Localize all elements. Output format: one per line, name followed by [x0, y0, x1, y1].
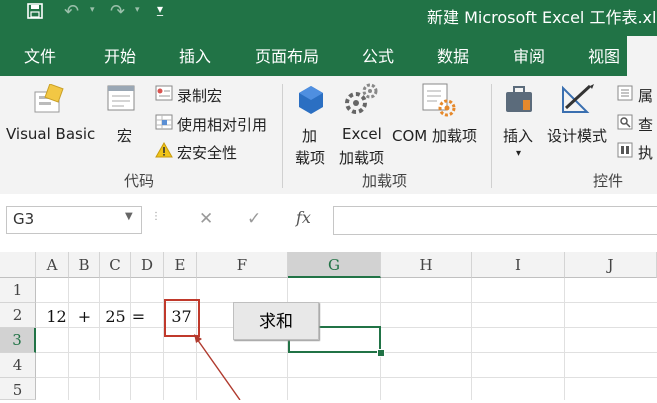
- arrow-icon: [194, 334, 241, 400]
- design-mode-icon: [560, 82, 598, 122]
- column-header-b[interactable]: B: [69, 252, 100, 278]
- ribbon-tabs: 文件 开始 插入 页面布局 公式 数据 审阅 视图: [0, 30, 657, 76]
- cancel-icon[interactable]: ✕: [199, 209, 213, 229]
- tab-data[interactable]: 数据: [437, 43, 469, 67]
- column-header-h[interactable]: H: [381, 252, 472, 278]
- addins-button[interactable]: 加: [302, 125, 317, 146]
- column-header-f[interactable]: F: [197, 252, 288, 278]
- row-header-5[interactable]: 5: [0, 378, 36, 400]
- excel-addins-button[interactable]: Excel: [342, 125, 382, 143]
- undo-dropdown-icon[interactable]: ▾: [90, 5, 95, 15]
- row-header-2[interactable]: 2: [0, 303, 36, 328]
- gridline: [163, 278, 164, 400]
- customize-icon[interactable]: ▾̲: [157, 2, 163, 16]
- column-header-i[interactable]: I: [472, 252, 565, 278]
- design-mode-button[interactable]: 设计模式: [547, 125, 607, 146]
- save-icon[interactable]: [27, 3, 43, 23]
- formula-bar: G3 ▼ ⋮ ✕ ✓ fx: [0, 194, 657, 248]
- tab-page-layout[interactable]: 页面布局: [255, 43, 319, 67]
- window-title: 新建 Microsoft Excel 工作表.xls: [427, 8, 657, 27]
- macro-security-button[interactable]: 宏安全性: [177, 142, 237, 163]
- formula-input[interactable]: [333, 206, 657, 235]
- tab-file[interactable]: 文件: [24, 43, 56, 67]
- undo-icon[interactable]: ↶: [64, 1, 79, 22]
- column-header-d[interactable]: D: [131, 252, 164, 278]
- run-dialog-icon: [617, 142, 633, 162]
- com-addins-button[interactable]: COM 加载项: [392, 125, 477, 146]
- addins-icon: [297, 84, 325, 122]
- visual-basic-button[interactable]: Visual Basic: [6, 125, 95, 143]
- com-addins-icon: [421, 82, 457, 122]
- column-header-e[interactable]: E: [164, 252, 197, 278]
- gridline: [130, 278, 131, 400]
- warning-icon: [155, 141, 173, 162]
- record-macro-button[interactable]: 录制宏: [177, 85, 222, 106]
- record-macro-icon: [155, 85, 173, 105]
- tab-developer[interactable]: [627, 36, 657, 76]
- title-bar: ↶ ▾ ↷ ▾ ▾̲ 新建 Microsoft Excel 工作表.xls: [0, 0, 657, 30]
- view-code-icon: [617, 114, 633, 134]
- insert-controls-button[interactable]: 插入: [503, 125, 533, 146]
- redo-dropdown-icon[interactable]: ▾: [135, 5, 140, 15]
- macro-icon: [106, 84, 138, 122]
- gridline: [471, 278, 472, 400]
- ribbon: Visual Basic 宏 录制宏 使用相对引用 宏安全性 代码 加 载项 E…: [0, 76, 657, 195]
- visual-basic-icon: [33, 83, 67, 122]
- enter-icon[interactable]: ✓: [247, 209, 261, 229]
- gridline: [564, 278, 565, 400]
- tab-view[interactable]: 视图: [588, 43, 620, 67]
- gridline: [99, 278, 100, 400]
- fill-handle[interactable]: [377, 349, 385, 357]
- name-box-value: G3: [13, 210, 35, 228]
- macro-button[interactable]: 宏: [117, 125, 132, 146]
- column-header-g[interactable]: G: [288, 252, 381, 278]
- tab-formulas[interactable]: 公式: [362, 43, 394, 67]
- gridline: [68, 278, 69, 400]
- view-code-button[interactable]: 查: [638, 114, 653, 135]
- column-header-a[interactable]: A: [36, 252, 69, 278]
- relative-reference-button[interactable]: 使用相对引用: [177, 114, 267, 135]
- properties-button[interactable]: 属: [638, 85, 653, 106]
- row-header-1[interactable]: 1: [0, 278, 36, 303]
- resize-handle-icon[interactable]: ⋮: [151, 211, 161, 222]
- properties-icon: [617, 85, 633, 105]
- insert-dropdown-icon[interactable]: ▾: [516, 148, 521, 159]
- relative-reference-icon: [155, 114, 173, 134]
- redo-icon[interactable]: ↷: [110, 1, 125, 22]
- name-box[interactable]: G3 ▼: [6, 206, 142, 234]
- insert-function-icon[interactable]: fx: [296, 208, 311, 227]
- insert-controls-icon: [503, 84, 535, 122]
- row-header-4[interactable]: 4: [0, 353, 36, 378]
- group-code-label: 代码: [124, 172, 155, 190]
- cell-d2[interactable]: =: [122, 307, 155, 326]
- group-addins-label: 加载项: [362, 172, 408, 190]
- row-header-3[interactable]: 3: [0, 328, 36, 353]
- tab-home[interactable]: 开始: [104, 43, 136, 67]
- run-dialog-button[interactable]: 执: [638, 142, 653, 163]
- select-all-corner[interactable]: [0, 252, 36, 278]
- group-separator: [491, 84, 492, 188]
- chevron-down-icon[interactable]: ▼: [125, 211, 133, 222]
- tab-review[interactable]: 审阅: [513, 43, 545, 67]
- group-separator: [282, 84, 283, 188]
- column-header-c[interactable]: C: [100, 252, 131, 278]
- excel-addins-button-line2: 加载项: [339, 149, 385, 167]
- column-header-j[interactable]: J: [565, 252, 657, 278]
- group-controls-label: 控件: [593, 172, 624, 190]
- addins-button-line2: 载项: [295, 149, 326, 167]
- cell-b2[interactable]: +: [69, 307, 100, 326]
- excel-addins-icon: [343, 82, 379, 122]
- tab-insert[interactable]: 插入: [179, 43, 211, 67]
